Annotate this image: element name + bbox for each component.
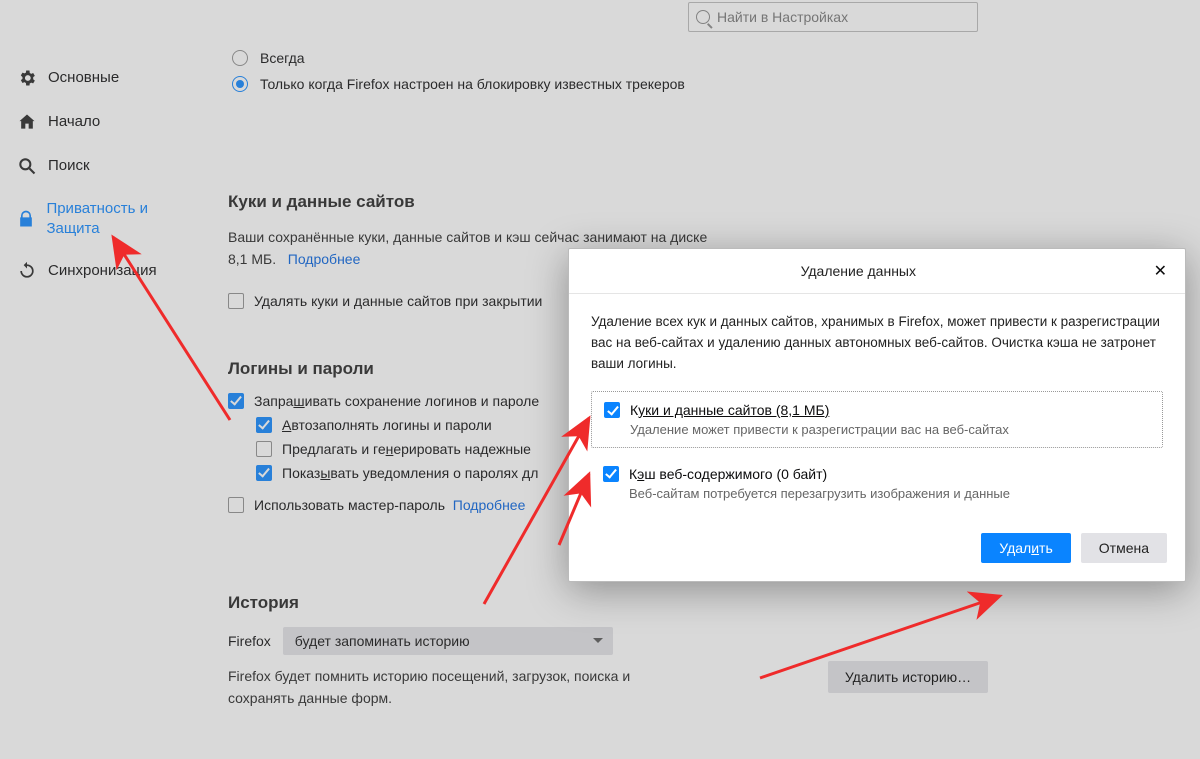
checkbox-icon	[256, 417, 272, 433]
delete-button[interactable]: Удалить	[981, 533, 1070, 563]
history-heading: История	[228, 593, 988, 613]
dialog-item-label: Кэш веб-содержимого (0 байт)	[629, 466, 827, 482]
radio-always-row[interactable]: Всегда	[232, 50, 988, 66]
learn-more-link[interactable]: Подробнее	[288, 251, 361, 267]
checkbox-icon	[604, 402, 620, 418]
checkbox-icon	[228, 497, 244, 513]
sidebar-item-label: Приватность и Защита	[46, 199, 194, 238]
dialog-item-sub: Удаление может привести к разрегистрации…	[630, 422, 1150, 437]
magnifier-icon	[16, 155, 38, 177]
checkbox-icon	[256, 465, 272, 481]
checkbox-label: Удалять куки и данные сайтов при закрыти…	[254, 293, 542, 309]
radio-icon	[232, 50, 248, 66]
cookies-heading: Куки и данные сайтов	[228, 192, 988, 212]
dialog-desc: Удаление всех кук и данных сайтов, храни…	[591, 312, 1163, 375]
radio-trackers-row[interactable]: Только когда Firefox настроен на блокиро…	[232, 76, 988, 92]
checkbox-label: Предлагать и генерировать надежные	[282, 441, 531, 457]
clear-history-button[interactable]: Удалить историю…	[828, 661, 988, 693]
history-mode-select[interactable]: будет запоминать историю	[283, 627, 613, 655]
checkbox-label: Показывать уведомления о паролях дл	[282, 465, 538, 481]
sidebar-item-privacy[interactable]: Приватность и Защита	[10, 188, 200, 249]
close-icon[interactable]: ✕	[1148, 259, 1173, 283]
sidebar-item-general[interactable]: Основные	[10, 56, 200, 100]
lock-icon	[16, 208, 36, 230]
gear-icon	[16, 67, 38, 89]
sidebar-item-label: Основные	[48, 68, 119, 88]
sidebar-item-search[interactable]: Поиск	[10, 144, 200, 188]
checkbox-icon	[603, 466, 619, 482]
learn-more-link[interactable]: Подробнее	[453, 497, 526, 513]
dialog-title: Удаление данных	[569, 263, 1148, 279]
sidebar-item-label: Поиск	[48, 156, 90, 176]
checkbox-icon	[256, 441, 272, 457]
radio-label: Всегда	[260, 50, 305, 66]
history-desc: Firefox будет помнить историю посещений,…	[228, 665, 688, 710]
checkbox-label: Использовать мастер-пароль	[254, 497, 445, 513]
radio-icon	[232, 76, 248, 92]
sidebar-item-home[interactable]: Начало	[10, 100, 200, 144]
search-wrap	[688, 2, 978, 32]
clear-data-dialog: Удаление данных ✕ Удаление всех кук и да…	[568, 248, 1186, 582]
home-icon	[16, 111, 38, 133]
history-label: Firefox	[228, 633, 271, 649]
checkbox-label: Запрашивать сохранение логинов и пароле	[254, 393, 539, 409]
sidebar-item-sync[interactable]: Синхронизация	[10, 249, 200, 293]
sidebar-item-label: Начало	[48, 112, 100, 132]
sidebar: Основные Начало Поиск Приватность и Защи…	[10, 56, 200, 293]
sync-icon	[16, 260, 38, 282]
sidebar-item-label: Синхронизация	[48, 261, 157, 281]
dialog-item-sub: Веб-сайтам потребуется перезагрузить изо…	[629, 486, 1151, 501]
checkbox-icon	[228, 293, 244, 309]
dialog-header: Удаление данных ✕	[569, 249, 1185, 294]
dialog-item-label: Куки и данные сайтов (8,1 МБ)	[630, 402, 829, 418]
dialog-item-cache[interactable]: Кэш веб-содержимого (0 байт) Веб-сайтам …	[591, 466, 1163, 501]
search-icon	[696, 10, 710, 24]
dialog-item-cookies[interactable]: Куки и данные сайтов (8,1 МБ) Удаление м…	[591, 391, 1163, 448]
checkbox-label: Автозаполнять логины и пароли	[282, 417, 492, 433]
radio-label: Только когда Firefox настроен на блокиро…	[260, 76, 685, 92]
search-input[interactable]	[688, 2, 978, 32]
checkbox-icon	[228, 393, 244, 409]
cancel-button[interactable]: Отмена	[1081, 533, 1167, 563]
